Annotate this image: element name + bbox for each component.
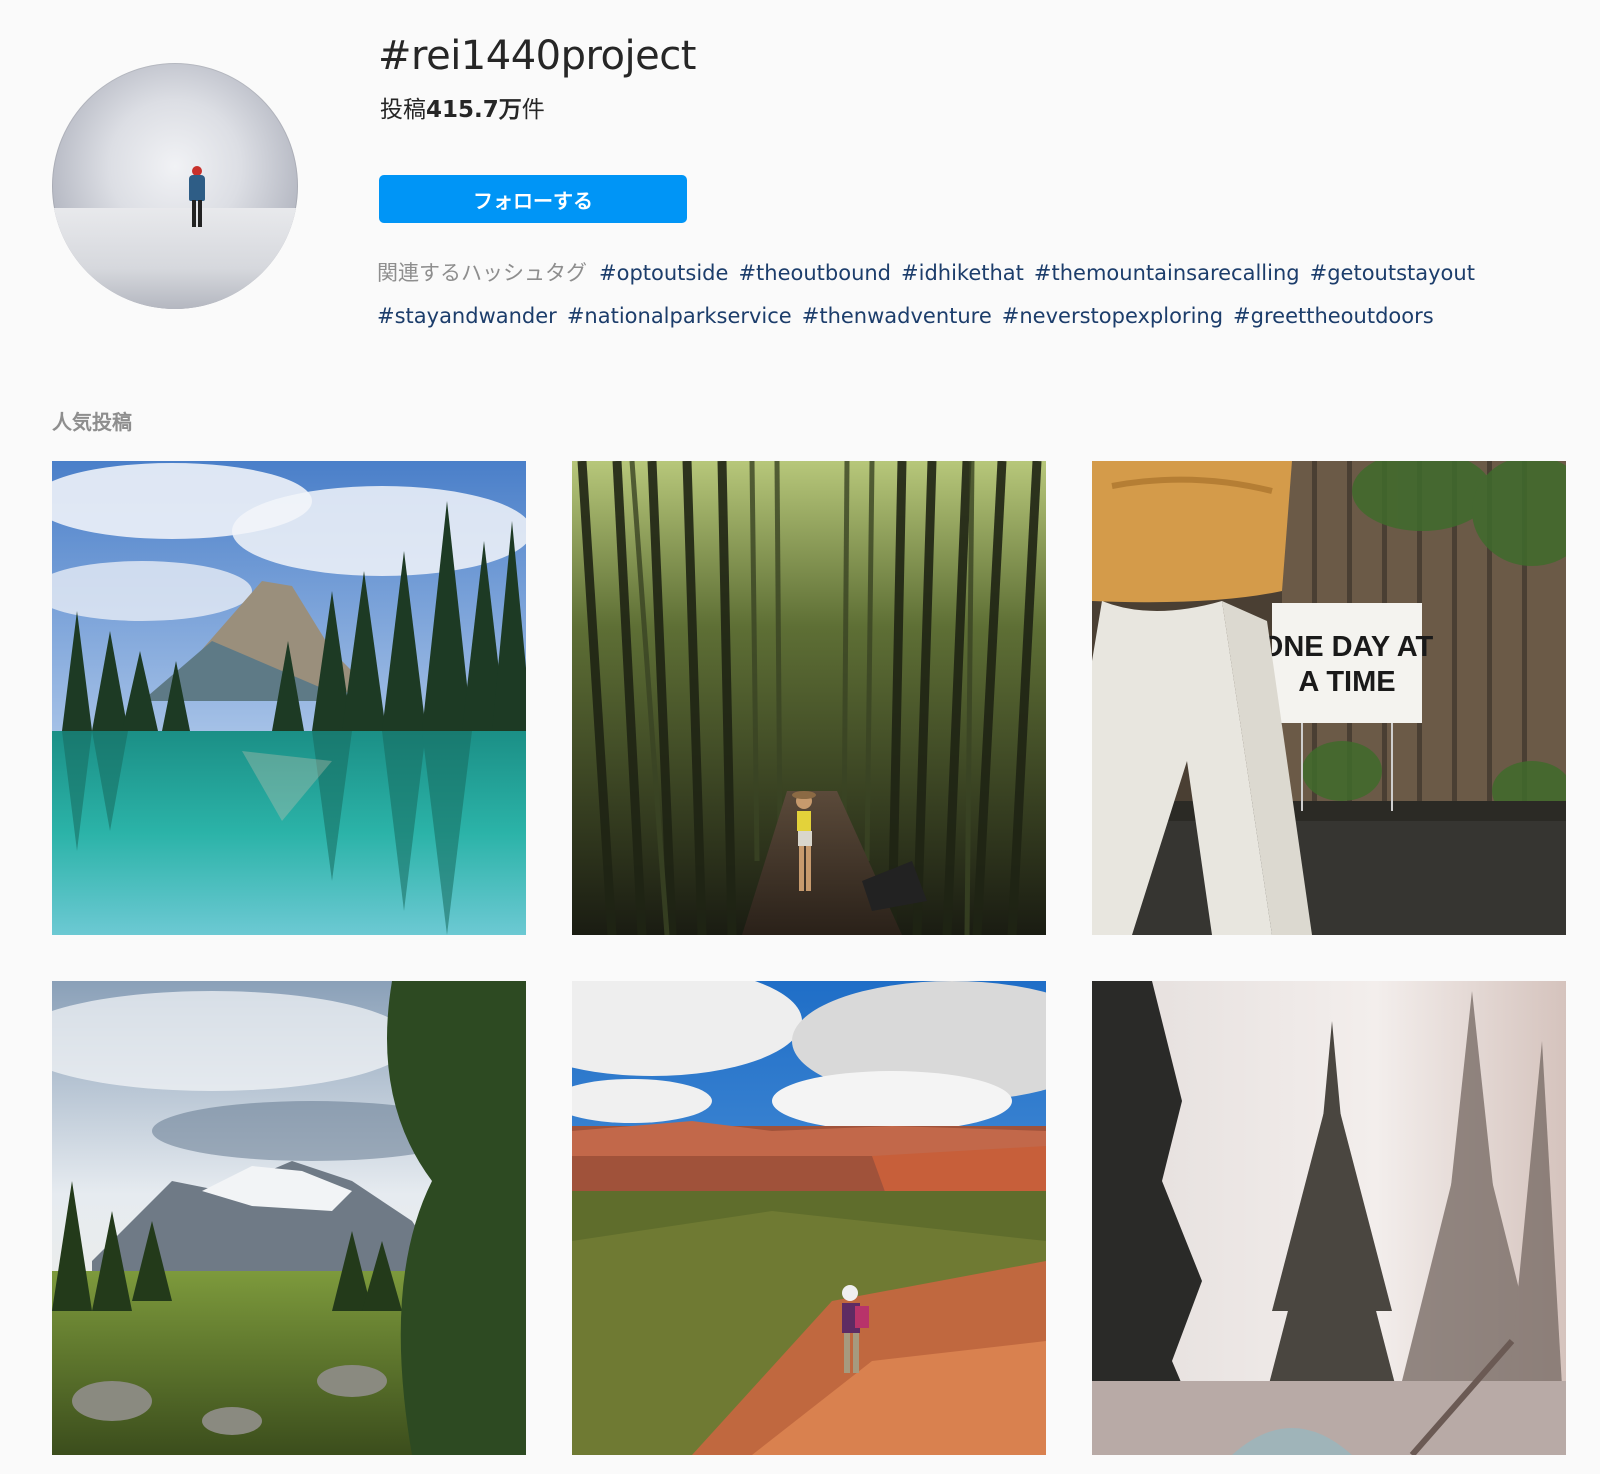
sign-line-2: A TIME: [1298, 666, 1395, 698]
related-hashtag-link[interactable]: #optoutside: [599, 261, 728, 285]
mountain-lake-image: [52, 461, 526, 935]
bamboo-forest-image: [572, 461, 1046, 935]
post-tile-bamboo-forest[interactable]: [572, 461, 1046, 935]
related-hashtag-link[interactable]: #getoutstayout: [1310, 261, 1475, 285]
related-hashtag-link[interactable]: #greettheoutdoors: [1233, 304, 1434, 328]
related-hashtag-link[interactable]: #theoutbound: [738, 261, 891, 285]
related-hashtag-link[interactable]: #themountainsarecalling: [1034, 261, 1300, 285]
post-tile-red-rock-canyon[interactable]: [572, 981, 1046, 1455]
related-hashtag-link[interactable]: #stayandwander: [377, 304, 557, 328]
related-hashtags: 関連するハッシュタグ #optoutside #theoutbound #idhike…: [377, 252, 1557, 338]
post-tile-mountain-lake[interactable]: [52, 461, 526, 935]
top-posts-grid: ONE DAY AT A TIME: [52, 461, 1567, 1461]
page-title: #rei1440project: [378, 33, 696, 79]
red-rock-canyon-image: [572, 981, 1046, 1455]
post-count-prefix: 投稿: [380, 97, 426, 123]
post-count: 投稿415.7万件: [380, 94, 545, 126]
misty-pine-forest-image: [1092, 981, 1566, 1455]
post-tile-alpine-meadow[interactable]: [52, 981, 526, 1455]
post-tile-one-day-at-a-time[interactable]: ONE DAY AT A TIME: [1092, 461, 1566, 935]
post-tile-misty-pine-forest[interactable]: [1092, 981, 1566, 1455]
related-hashtags-label: 関連するハッシュタグ: [377, 261, 587, 285]
follow-button[interactable]: フォローする: [379, 175, 687, 223]
related-hashtag-link[interactable]: #neverstopexploring: [1002, 304, 1223, 328]
one-day-at-a-time-image: ONE DAY AT A TIME: [1092, 461, 1566, 935]
avatar-hiker-figure: [186, 166, 208, 238]
post-count-suffix: 件: [521, 97, 545, 123]
related-hashtag-link[interactable]: #nationalparkservice: [567, 304, 792, 328]
hashtag-avatar: [52, 63, 298, 309]
top-posts-heading: 人気投稿: [52, 410, 132, 434]
related-hashtag-link[interactable]: #idhikethat: [901, 261, 1024, 285]
sign-line-1: ONE DAY AT: [1261, 631, 1434, 663]
related-hashtag-link[interactable]: #thenwadventure: [802, 304, 992, 328]
post-count-value: 415.7万: [426, 97, 522, 123]
alpine-meadow-image: [52, 981, 526, 1455]
